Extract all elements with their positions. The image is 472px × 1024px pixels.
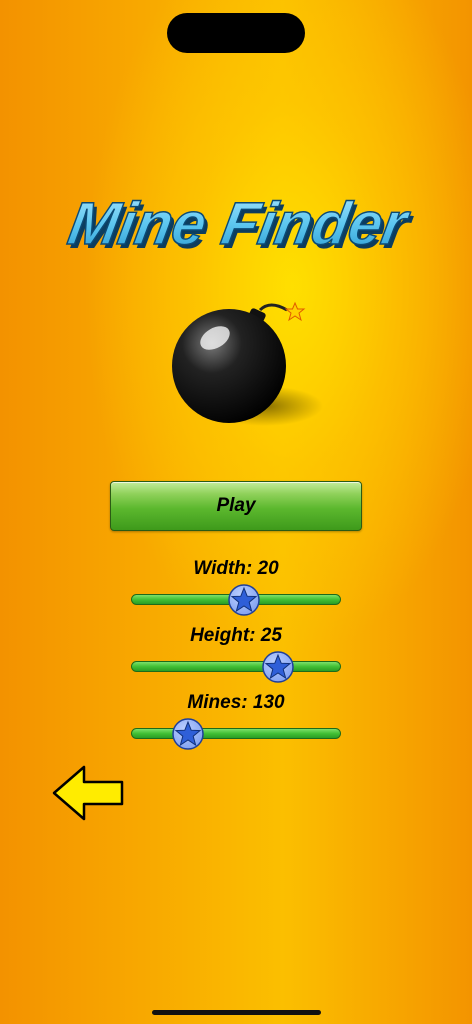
slider-track: [131, 661, 341, 672]
height-label: Height: 25: [190, 625, 282, 646]
home-indicator: [152, 1010, 321, 1015]
bomb-icon: [165, 296, 325, 428]
device-notch: [167, 13, 305, 53]
game-title: Mine Finder Mine Finder: [0, 176, 472, 266]
mines-slider[interactable]: [131, 718, 341, 750]
star-icon[interactable]: [262, 651, 294, 683]
play-button[interactable]: Play: [110, 481, 362, 531]
height-slider[interactable]: [131, 651, 341, 683]
star-icon[interactable]: [228, 584, 261, 616]
width-slider[interactable]: [131, 584, 341, 616]
svg-text:Mine Finder: Mine Finder: [63, 189, 415, 256]
slider-track: [131, 728, 341, 739]
width-label: Width: 20: [193, 558, 279, 579]
mines-label: Mines: 130: [187, 692, 285, 713]
back-arrow-icon[interactable]: [52, 765, 126, 821]
star-icon[interactable]: [171, 718, 204, 750]
